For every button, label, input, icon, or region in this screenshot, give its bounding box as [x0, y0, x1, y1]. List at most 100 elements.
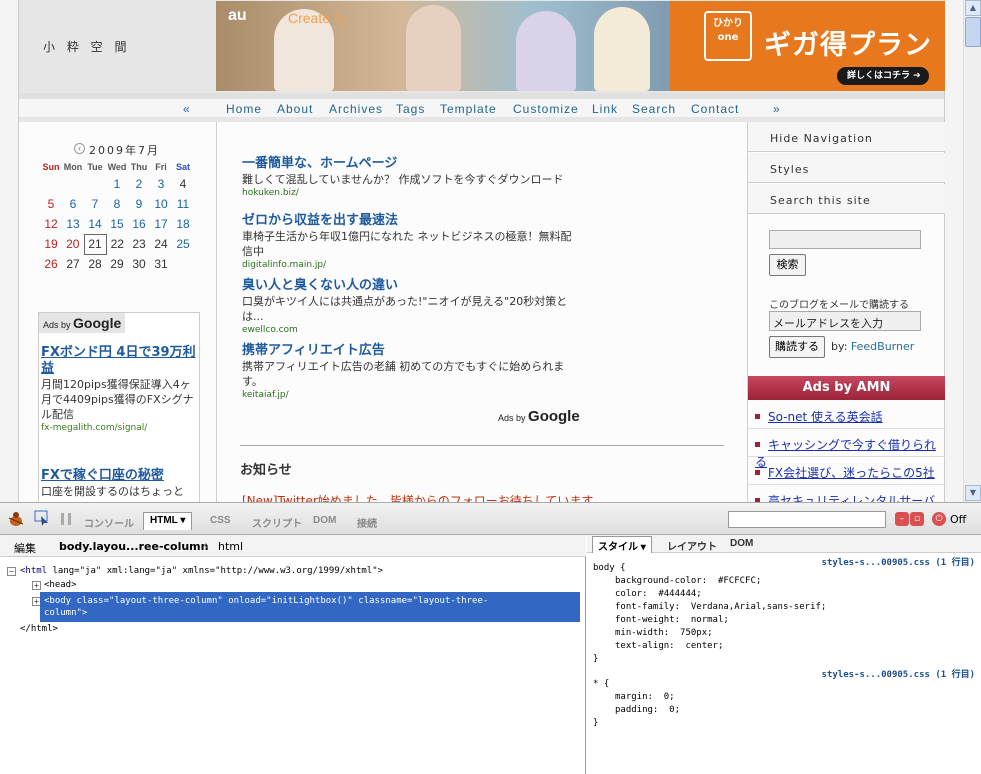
tab-dom[interactable]: DOM — [313, 515, 336, 526]
ad-url[interactable]: keitaiaf.jp/ — [242, 389, 582, 402]
head-line[interactable]: <head> — [44, 579, 77, 591]
styles-tab[interactable]: Styles — [748, 153, 945, 183]
tab-style[interactable]: スタイル ▾ — [592, 536, 652, 553]
nav-next-arrow[interactable]: » — [773, 102, 781, 116]
notice-text[interactable]: [New]Twitter始めました。皆様からのフォローお待ちしています。 — [242, 492, 604, 502]
minimize-icon[interactable]: – — [895, 512, 909, 526]
ads-by-google-badge[interactable]: Ads by Google — [39, 313, 126, 333]
ad-title[interactable]: 携帯アフィリエイト広告 — [242, 343, 582, 359]
calendar-day[interactable]: 12 — [40, 214, 62, 234]
calendar-day[interactable]: 8 — [106, 194, 128, 214]
css-property[interactable]: font-weight: normal; — [615, 614, 729, 626]
email-field[interactable]: メールアドレスを入力 — [769, 311, 921, 331]
ad-title[interactable]: FXボンド円 4日で39万利益 — [41, 345, 199, 377]
css-selector[interactable]: body { — [593, 562, 626, 574]
amn-ad-item[interactable]: FX会社選び、迷ったらこの5社 — [748, 458, 945, 485]
banner-cta-button[interactable]: 詳しくはコチラ ➔ — [837, 67, 929, 85]
ads-by-google-label[interactable]: Ads by Google — [498, 408, 580, 425]
site-title[interactable]: 小 粋 空 間 — [43, 38, 130, 55]
center-ad-item[interactable]: ゼロから収益を出す最速法 車椅子生活から年収1億円になれた ネットビジネスの極意… — [242, 213, 582, 272]
css-property[interactable]: padding: 0; — [615, 704, 680, 716]
nav-archives[interactable]: Archives — [329, 102, 383, 116]
power-icon[interactable]: ⏻ — [932, 512, 946, 526]
css-file-link[interactable]: styles-s...00905.css (1 行目) — [822, 555, 975, 568]
tab-dom-right[interactable]: DOM — [730, 538, 753, 549]
inspect-icon[interactable] — [34, 510, 50, 526]
calendar-day[interactable]: 6 — [62, 194, 84, 214]
calendar-prev-icon[interactable]: ‹ — [74, 143, 85, 154]
tab-script[interactable]: スクリプト — [252, 515, 302, 530]
calendar-day[interactable]: 3 — [150, 174, 172, 194]
hide-navigation-tab[interactable]: Hide Navigation — [748, 122, 945, 152]
tab-net[interactable]: 接続 — [357, 515, 377, 530]
amn-ad-item[interactable]: So-net 使える英会話 — [748, 402, 945, 429]
tab-layout[interactable]: レイアウト — [667, 538, 717, 553]
detach-icon[interactable]: ▫ — [910, 512, 924, 526]
calendar-day[interactable]: 10 — [150, 194, 172, 214]
nav-about[interactable]: About — [277, 102, 313, 116]
nav-template[interactable]: Template — [440, 102, 497, 116]
search-button[interactable]: 検索 — [769, 254, 806, 276]
edit-button[interactable]: 編集 — [14, 540, 36, 556]
ad-url[interactable]: digitalinfo.main.jp/ — [242, 259, 582, 272]
amn-ad-link[interactable]: FX会社選び、迷ったらこの5社 — [768, 466, 935, 480]
nav-contact[interactable]: Contact — [691, 102, 739, 116]
calendar-day[interactable]: 16 — [128, 214, 150, 234]
tab-console[interactable]: コンソール — [84, 515, 134, 530]
css-property[interactable]: font-family: Verdana,Arial,sans-serif; — [615, 601, 826, 613]
html-close-line[interactable]: </html> — [20, 623, 58, 635]
collapse-icon[interactable]: − — [7, 567, 16, 576]
calendar-day[interactable]: 19 — [40, 234, 62, 254]
search-site-tab[interactable]: Search this site — [748, 184, 945, 214]
calendar-day[interactable]: 20 — [62, 234, 84, 254]
center-ad-item[interactable]: 臭い人と臭くない人の違い 口臭がキツイ人には共通点があった!"ニオイが見える"2… — [242, 278, 582, 337]
calendar-day[interactable]: 11 — [172, 194, 194, 214]
tab-html[interactable]: HTML ▾ — [143, 512, 193, 530]
ad-url[interactable]: ewellco.com — [242, 324, 582, 337]
nav-link[interactable]: Link — [592, 102, 618, 116]
calendar-day[interactable]: 14 — [84, 214, 106, 234]
ad-url[interactable]: hokuken.biz/ — [242, 187, 582, 200]
calendar-day[interactable]: 13 — [62, 214, 84, 234]
center-ad-item[interactable]: 携帯アフィリエイト広告 携帯アフィリエイト広告の老舗 初めての方でもすぐに始めら… — [242, 343, 582, 402]
ad-title[interactable]: 臭い人と臭くない人の違い — [242, 278, 582, 294]
breadcrumb-body[interactable]: body.layou...ree-column — [59, 540, 208, 553]
site-search-input[interactable] — [769, 230, 921, 249]
amn-ad-link[interactable]: 高セキュリティレンタルサーバー — [755, 494, 935, 502]
page-scrollbar[interactable]: ▲ ▼ — [963, 0, 981, 502]
ad-title[interactable]: 一番簡単な、ホームページ — [242, 156, 582, 172]
amn-ad-item[interactable]: 高セキュリティレンタルサーバー — [748, 486, 945, 502]
calendar-day[interactable]: 17 — [150, 214, 172, 234]
left-ad-item[interactable]: FXボンド円 4日で39万利益 月間120pips獲得保証導入4ヶ月で4409p… — [41, 345, 199, 435]
firebug-bug-icon[interactable] — [6, 510, 26, 528]
css-property[interactable]: min-width: 750px; — [615, 627, 713, 639]
calendar-day[interactable]: 25 — [172, 234, 194, 254]
css-property[interactable]: margin: 0; — [615, 691, 675, 703]
breadcrumb-html[interactable]: html — [218, 540, 243, 553]
scroll-up-icon[interactable]: ▲ — [965, 0, 981, 16]
amn-ad-link[interactable]: So-net 使える英会話 — [768, 410, 883, 424]
nav-prev-arrow[interactable]: « — [183, 102, 191, 116]
calendar-day[interactable]: 7 — [84, 194, 106, 214]
html-line[interactable]: <html lang="ja" xml:lang="ja" xmlns="htt… — [20, 565, 383, 577]
banner-ad[interactable]: au Create fu ひかり one ギガ得プラン 詳しくはコチラ ➔ — [216, 1, 945, 91]
ad-title[interactable]: FXで稼ぐ口座の秘密 — [41, 468, 199, 484]
calendar-day[interactable]: 1 — [106, 174, 128, 194]
amn-ad-item[interactable]: キャッシングで今すぐ借りられる — [748, 430, 945, 469]
css-property[interactable]: background-color: #FCFCFC; — [615, 575, 761, 587]
left-ad-item[interactable]: FXで稼ぐ口座の秘密 口座を開設するのはちょっと — [41, 468, 199, 499]
off-label[interactable]: Off — [950, 513, 966, 526]
ad-title[interactable]: ゼロから収益を出す最速法 — [242, 213, 582, 229]
css-property[interactable]: text-align: center; — [615, 640, 723, 652]
scrollbar-thumb[interactable] — [965, 17, 981, 47]
feedburner-link[interactable]: FeedBurner — [851, 340, 914, 353]
selected-node[interactable]: <body class="layout-three-column" onload… — [40, 592, 580, 622]
calendar-day[interactable]: 2 — [128, 174, 150, 194]
center-ad-item[interactable]: 一番簡単な、ホームページ 難しくて混乱していませんか？ 作成ソフトを今すぐダウン… — [242, 156, 582, 200]
firebug-search-input[interactable] — [728, 511, 886, 528]
nav-home[interactable]: Home — [226, 102, 262, 116]
css-property[interactable]: color: #444444; — [615, 588, 702, 600]
calendar-day[interactable]: 15 — [106, 214, 128, 234]
calendar-day[interactable]: 5 — [40, 194, 62, 214]
nav-search[interactable]: Search — [632, 102, 676, 116]
